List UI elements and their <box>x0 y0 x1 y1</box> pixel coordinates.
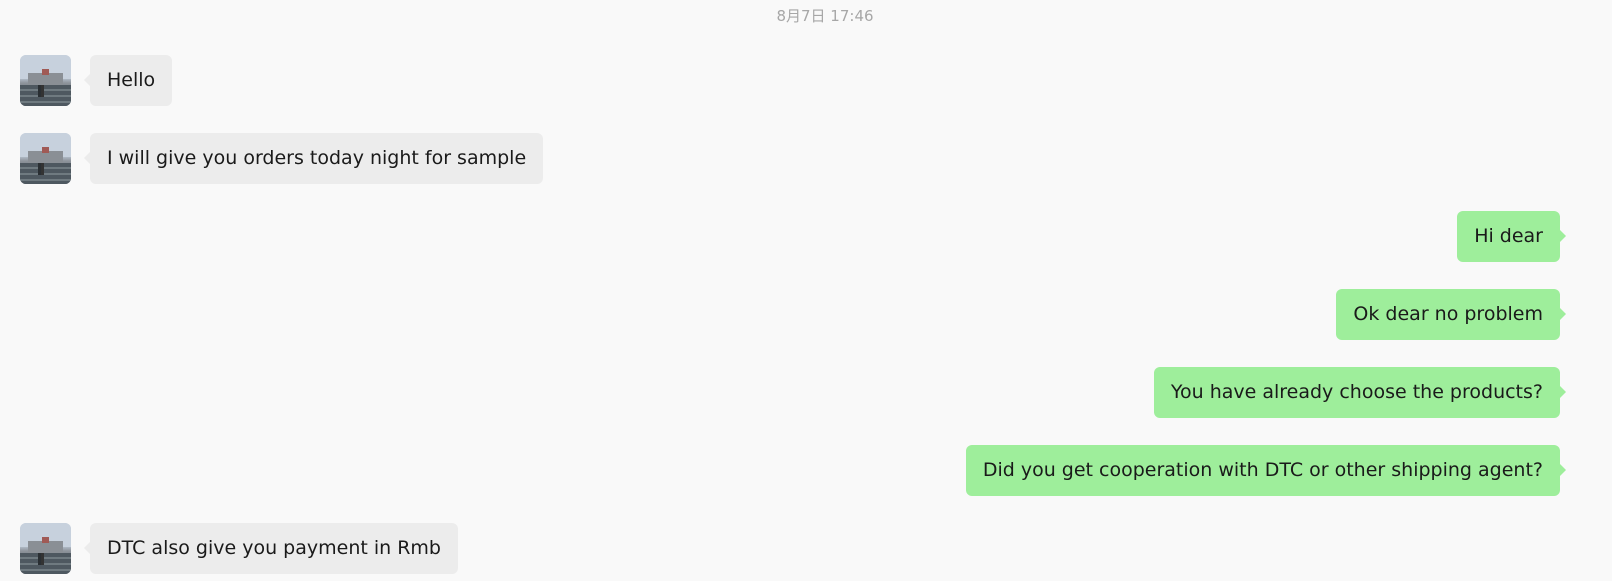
message-bubble[interactable]: I will give you orders today night for s… <box>83 133 544 184</box>
sender-avatar[interactable] <box>20 523 71 574</box>
chat-message-area[interactable]: 8月7日 17:46 Hello I will give you orders … <box>0 0 1612 581</box>
message-bubble[interactable]: Did you get cooperation with DTC or othe… <box>965 445 1567 496</box>
message-timestamp: 8月7日 17:46 <box>776 7 874 25</box>
message-bubble[interactable]: Ok dear no problem <box>1336 289 1566 340</box>
message-bubble[interactable]: Hi dear <box>1457 211 1566 262</box>
sender-avatar[interactable] <box>20 133 71 184</box>
message-bubble[interactable]: Hello <box>83 55 173 106</box>
message-bubble[interactable]: DTC also give you payment in Rmb <box>84 523 458 574</box>
message-bubble[interactable]: You have already choose the products? <box>1153 367 1567 418</box>
sender-avatar[interactable] <box>20 55 71 106</box>
